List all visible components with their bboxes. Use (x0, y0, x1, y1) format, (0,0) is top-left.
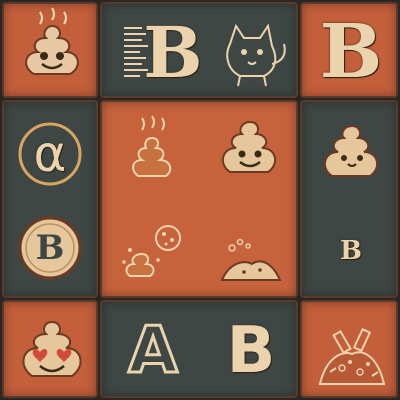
steaming-poop-icon (132, 115, 172, 177)
kawaii-poop-icon (323, 124, 379, 177)
coin-letter-b: B (35, 228, 65, 268)
tile-bottom-center: A B (100, 300, 298, 398)
tile-top-center: B (100, 2, 298, 98)
tile-top-right: B (300, 2, 398, 98)
poop-with-cookie-icon (122, 225, 181, 277)
cat-icon (226, 23, 286, 87)
dirt-pile-icon (220, 238, 282, 281)
poop-emoji-icon (25, 7, 79, 75)
smiling-poop-icon (221, 120, 277, 173)
letter-b-right: B (319, 9, 383, 95)
trash-pile-icon (318, 327, 386, 385)
heart-eyes-poop-icon (22, 320, 82, 377)
tile-bottom-right (300, 300, 398, 398)
small-letter-b: B (340, 236, 362, 266)
tile-left: α B (2, 100, 98, 298)
tile-bottom-left (2, 300, 98, 398)
tile-center (100, 100, 298, 298)
alpha-glyph: α (33, 125, 67, 183)
letter-b-center: B (143, 10, 203, 94)
tile-top-left (2, 2, 98, 98)
letter-b-bottom: B (226, 314, 276, 388)
emoji-tile-board: B B α B B A B (0, 0, 400, 400)
letter-a: A (127, 313, 180, 390)
tile-right: B (300, 100, 398, 298)
